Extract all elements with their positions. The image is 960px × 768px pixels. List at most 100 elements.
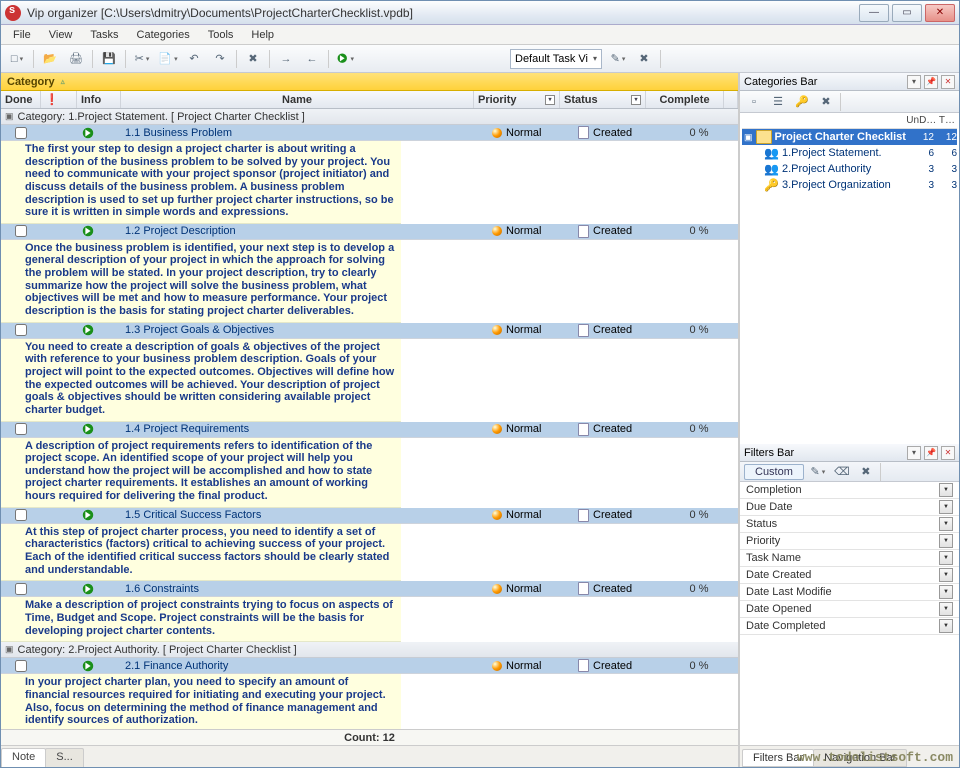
group-header[interactable]: ▣Category: 2.Project Authority. [ Projec… xyxy=(1,642,738,658)
group-header[interactable]: ▣Category: 1.Project Statement. [ Projec… xyxy=(1,109,738,125)
print-button[interactable]: 🖨 xyxy=(66,49,86,69)
col-done[interactable]: Done xyxy=(1,91,41,108)
collapse-icon[interactable]: ▣ xyxy=(5,644,14,655)
chevron-down-icon[interactable]: ▼ xyxy=(939,534,953,548)
flag-icon[interactable] xyxy=(81,508,95,522)
delete-button[interactable]: ✖ xyxy=(243,49,263,69)
task-row[interactable]: 1.3 Project Goals & ObjectivesNormalCrea… xyxy=(1,323,738,339)
filter-preset-button[interactable]: Custom xyxy=(744,464,804,480)
chevron-down-icon[interactable]: ▼ xyxy=(939,568,953,582)
panel-close-icon[interactable]: ✕ xyxy=(941,75,955,89)
cat-list-icon[interactable]: ☰ xyxy=(768,92,788,112)
cut-button[interactable]: ✂ xyxy=(132,49,152,69)
flag-icon[interactable] xyxy=(81,659,95,673)
task-row[interactable]: 1.1 Business ProblemNormalCreated0 % xyxy=(1,125,738,141)
view-combo[interactable]: Default Task Vi xyxy=(510,49,602,69)
flag-icon[interactable] xyxy=(81,582,95,596)
panel-pin-icon[interactable]: 📌 xyxy=(924,446,938,460)
chevron-down-icon[interactable]: ▼ xyxy=(939,602,953,616)
redo-button[interactable]: ↷ xyxy=(210,49,230,69)
indent-button[interactable]: → xyxy=(276,49,296,69)
menu-help[interactable]: Help xyxy=(243,27,282,43)
done-checkbox[interactable] xyxy=(15,225,27,237)
filter-row[interactable]: Task Name▼ xyxy=(740,550,959,567)
flag-button[interactable] xyxy=(335,49,355,69)
col-complete[interactable]: Complete xyxy=(646,91,724,108)
done-checkbox[interactable] xyxy=(15,423,27,435)
wand-button[interactable]: ✎ xyxy=(608,49,628,69)
menu-tools[interactable]: Tools xyxy=(200,27,242,43)
copy-button[interactable]: 📄 xyxy=(158,49,178,69)
category-band[interactable]: Category xyxy=(1,73,738,91)
grid-body[interactable]: ▣Category: 1.Project Statement. [ Projec… xyxy=(1,109,738,729)
done-checkbox[interactable] xyxy=(15,324,27,336)
chevron-down-icon[interactable]: ▼ xyxy=(939,619,953,633)
open-button[interactable]: 📂 xyxy=(40,49,60,69)
menu-file[interactable]: File xyxy=(5,27,39,43)
flag-icon[interactable] xyxy=(81,422,95,436)
filter-row[interactable]: Status▼ xyxy=(740,516,959,533)
panel-close-icon[interactable]: ✕ xyxy=(941,446,955,460)
panel-menu-icon[interactable]: ▾ xyxy=(907,75,921,89)
cat-delete-icon[interactable]: ✖ xyxy=(816,92,836,112)
flag-icon[interactable] xyxy=(81,323,95,337)
save-button[interactable]: 💾 xyxy=(99,49,119,69)
filter-row[interactable]: Completion▼ xyxy=(740,482,959,499)
filter-wand-icon[interactable]: ✎ xyxy=(808,462,828,482)
panel-pin-icon[interactable]: 📌 xyxy=(924,75,938,89)
chevron-down-icon[interactable]: ▼ xyxy=(939,585,953,599)
col-status[interactable]: Status▾ xyxy=(560,91,646,108)
done-checkbox[interactable] xyxy=(15,583,27,595)
new-button[interactable]: □ xyxy=(7,49,27,69)
flag-icon[interactable] xyxy=(81,224,95,238)
cat-new-icon[interactable]: ▫ xyxy=(744,92,764,112)
done-checkbox[interactable] xyxy=(15,127,27,139)
tree-node[interactable]: 👥2.Project Authority33 xyxy=(742,161,957,177)
filter-erase-icon[interactable]: ⌫ xyxy=(832,462,852,482)
tab-s[interactable]: S... xyxy=(45,748,84,767)
tab-note[interactable]: Note xyxy=(1,748,46,767)
collapse-icon[interactable]: ▣ xyxy=(5,111,14,122)
filter-row[interactable]: Due Date▼ xyxy=(740,499,959,516)
filter-row[interactable]: Priority▼ xyxy=(740,533,959,550)
filter-icon[interactable]: ▾ xyxy=(631,95,641,105)
filter-row[interactable]: Date Completed▼ xyxy=(740,618,959,635)
cat-key-icon[interactable]: 🔑 xyxy=(792,92,812,112)
done-checkbox[interactable] xyxy=(15,660,27,672)
flag-icon[interactable] xyxy=(81,126,95,140)
filter-row[interactable]: Date Last Modifie▼ xyxy=(740,584,959,601)
task-row[interactable]: 1.4 Project RequirementsNormalCreated0 % xyxy=(1,422,738,438)
tree-node[interactable]: 🔑3.Project Organization33 xyxy=(742,177,957,193)
clear-button[interactable]: ✖ xyxy=(634,49,654,69)
task-row[interactable]: 1.6 ConstraintsNormalCreated0 % xyxy=(1,581,738,597)
filter-icon[interactable]: ▾ xyxy=(545,95,555,105)
menu-view[interactable]: View xyxy=(41,27,81,43)
chevron-down-icon[interactable]: ▼ xyxy=(939,517,953,531)
task-row[interactable]: 2.1 Finance AuthorityNormalCreated0 % xyxy=(1,658,738,674)
col-info[interactable]: Info xyxy=(77,91,121,108)
chevron-down-icon[interactable]: ▼ xyxy=(939,483,953,497)
chevron-down-icon[interactable]: ▼ xyxy=(939,551,953,565)
tree-node[interactable]: 👥1.Project Statement.66 xyxy=(742,145,957,161)
col-name[interactable]: Name xyxy=(121,91,474,108)
task-row[interactable]: 1.5 Critical Success FactorsNormalCreate… xyxy=(1,508,738,524)
minimize-button[interactable]: — xyxy=(859,4,889,22)
undo-button[interactable]: ↶ xyxy=(184,49,204,69)
filter-row[interactable]: Date Created▼ xyxy=(740,567,959,584)
col-priority[interactable]: Priority▾ xyxy=(474,91,560,108)
col-alert[interactable]: ❗ xyxy=(41,91,77,108)
outdent-button[interactable]: ← xyxy=(302,49,322,69)
categories-tree[interactable]: UnD… T… ▣Project Charter Checklist1212👥1… xyxy=(740,113,959,444)
filter-row[interactable]: Date Opened▼ xyxy=(740,601,959,618)
maximize-button[interactable]: ▭ xyxy=(892,4,922,22)
menu-categories[interactable]: Categories xyxy=(129,27,198,43)
filter-clear-icon[interactable]: ✖ xyxy=(856,462,876,482)
menu-tasks[interactable]: Tasks xyxy=(82,27,126,43)
chevron-down-icon[interactable]: ▼ xyxy=(939,500,953,514)
tree-node[interactable]: ▣Project Charter Checklist1212 xyxy=(742,129,957,145)
close-button[interactable]: ✕ xyxy=(925,4,955,22)
task-row[interactable]: 1.2 Project DescriptionNormalCreated0 % xyxy=(1,224,738,240)
expand-icon[interactable]: ▣ xyxy=(744,132,753,143)
panel-menu-icon[interactable]: ▾ xyxy=(907,446,921,460)
done-checkbox[interactable] xyxy=(15,509,27,521)
